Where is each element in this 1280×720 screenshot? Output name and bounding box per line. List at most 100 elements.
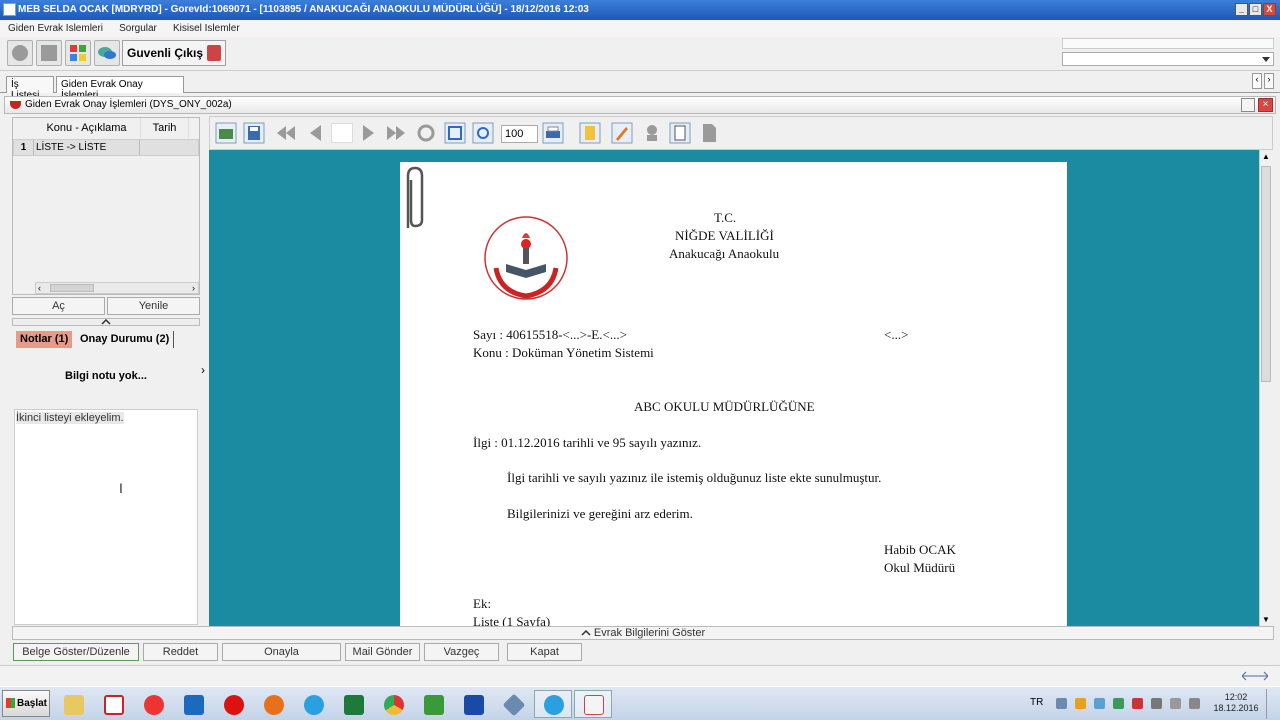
doc-konu: Konu : Doküman Yönetim Sistemi	[473, 345, 654, 360]
ie-app[interactable]	[294, 690, 332, 718]
media-icon	[144, 695, 164, 715]
tray-icon-1[interactable]	[1056, 698, 1067, 709]
java-app[interactable]	[574, 690, 612, 718]
excel-app[interactable]	[334, 690, 372, 718]
shield-icon[interactable]	[1132, 698, 1143, 709]
explorer-app[interactable]	[54, 690, 92, 718]
cancel-button[interactable]: Vazgeç	[424, 643, 499, 661]
square-button[interactable]	[36, 40, 62, 66]
scroll-up-icon[interactable]: ▲	[1262, 152, 1270, 161]
attachment-icon[interactable]	[668, 121, 692, 145]
role-select[interactable]	[1062, 52, 1274, 66]
ie-icon	[544, 695, 564, 715]
panel-header: Giden Evrak Onay İşlemleri (DYS_ONY_002a…	[4, 96, 1276, 114]
close-panel-button[interactable]: Kapat	[507, 643, 582, 661]
volume-icon[interactable]	[1189, 698, 1200, 709]
tray-icon-3[interactable]	[1094, 698, 1105, 709]
scroll-left-icon[interactable]: ‹	[38, 283, 41, 293]
note-icon[interactable]	[578, 121, 602, 145]
word-app[interactable]	[454, 690, 492, 718]
power-icon[interactable]	[1170, 698, 1181, 709]
stop-button[interactable]	[7, 40, 33, 66]
maximize-button[interactable]: □	[1249, 3, 1262, 16]
opera-app[interactable]	[214, 690, 252, 718]
approve-button[interactable]: Onayla	[222, 643, 341, 661]
word-icon	[464, 695, 484, 715]
close-button[interactable]: X	[1263, 3, 1276, 16]
window-title-bar: MEB SELDA OCAK [MDRYRD] - GorevId:106907…	[0, 0, 1280, 20]
last-page-icon[interactable]	[384, 121, 408, 145]
tray-icon-2[interactable]	[1075, 698, 1086, 709]
media-app[interactable]	[134, 690, 172, 718]
secure-logout-button[interactable]: Guvenli Çıkış	[122, 40, 226, 66]
pdf-app[interactable]	[94, 690, 132, 718]
logout-label: Guvenli Çıkış	[127, 46, 204, 60]
collapse-bar[interactable]	[12, 318, 200, 326]
show-edit-document-button[interactable]: Belge Göster/Düzenle	[13, 643, 139, 661]
doc-ilgi: İlgi : 01.12.2016 tarihli ve 95 sayılı y…	[473, 435, 702, 450]
tab-scroll-right-icon[interactable]: ›	[1264, 73, 1274, 89]
prev-page-icon[interactable]	[304, 121, 328, 145]
camtasia-app[interactable]	[414, 690, 452, 718]
show-desktop-button[interactable]	[1266, 689, 1278, 719]
document-icon[interactable]	[697, 121, 721, 145]
scroll-down-icon[interactable]: ▼	[1262, 615, 1270, 624]
refresh-button[interactable]: Yenile	[107, 297, 200, 315]
panel-logo-icon	[10, 101, 21, 109]
next-page-icon[interactable]	[356, 121, 380, 145]
tab-is-listesi[interactable]: İş Listesi	[6, 76, 54, 101]
network-tray-icon[interactable]	[1151, 698, 1162, 709]
outlook-app[interactable]	[174, 690, 212, 718]
menu-kisisel[interactable]: Kisisel Islemler	[165, 20, 245, 34]
system-clock[interactable]: 12:02 18.12.2016	[1212, 692, 1260, 714]
reject-button[interactable]: Reddet	[143, 643, 218, 661]
panel-close-button[interactable]: ×	[1258, 98, 1273, 112]
refresh-icon[interactable]	[414, 121, 438, 145]
grid-horizontal-scrollbar[interactable]: ‹ ›	[35, 282, 199, 294]
evrak-info-toggle[interactable]: Evrak Bilgilerini Göster	[12, 626, 1274, 640]
panel-restore-button[interactable]	[1241, 98, 1255, 112]
tab-notes[interactable]: Notlar (1)	[16, 331, 73, 348]
start-button[interactable]: Başlat	[2, 690, 50, 717]
ie-window-app[interactable]	[534, 690, 572, 718]
col-konu[interactable]: Konu - Açıklama	[33, 118, 141, 138]
open-file-icon[interactable]	[214, 121, 238, 145]
note-textarea[interactable]: İkinci listeyi ekleyelim. I	[14, 409, 198, 625]
tab-scroll-left-icon[interactable]: ‹	[1252, 73, 1262, 89]
viewer-scroll-thumb[interactable]	[1261, 166, 1271, 382]
send-mail-button[interactable]: Mail Gönder	[345, 643, 420, 661]
menu-sorgular[interactable]: Sorgular	[111, 20, 162, 34]
tab-giden-evrak-onay[interactable]: Giden Evrak Onay İşlemleri	[56, 76, 184, 101]
chrome-app[interactable]	[374, 690, 412, 718]
print-icon[interactable]	[541, 121, 565, 145]
fit-width-icon[interactable]	[471, 121, 495, 145]
viewer-vertical-scrollbar[interactable]: ▲ ▼	[1259, 150, 1273, 626]
fit-page-icon[interactable]	[443, 121, 467, 145]
chat-button[interactable]	[94, 40, 120, 66]
menu-giden-evrak[interactable]: Giden Evrak Islemleri	[0, 20, 108, 34]
save-icon[interactable]	[242, 121, 266, 145]
scroll-thumb[interactable]	[50, 284, 94, 292]
apps-button[interactable]	[65, 40, 91, 66]
clock-time: 12:02	[1224, 692, 1248, 702]
scroll-right-icon[interactable]: ›	[192, 283, 195, 293]
tray-icon-4[interactable]	[1113, 698, 1124, 709]
meb-logo-icon	[484, 216, 568, 300]
resize-grip-icon[interactable]	[1242, 671, 1268, 681]
role-selector[interactable]	[1062, 38, 1274, 66]
expand-arrow-icon[interactable]: ›	[201, 363, 205, 377]
firefox-app[interactable]	[254, 690, 292, 718]
page-number-field[interactable]	[331, 123, 353, 143]
first-page-icon[interactable]	[274, 121, 298, 145]
folder-icon	[64, 695, 84, 715]
table-row[interactable]: 1 LİSTE -> LİSTE	[13, 139, 199, 156]
stamp-icon[interactable]	[640, 121, 664, 145]
language-indicator[interactable]: TR	[1030, 697, 1043, 708]
network-app[interactable]	[494, 690, 532, 718]
edit-pen-icon[interactable]	[610, 121, 634, 145]
open-button[interactable]: Aç	[12, 297, 105, 315]
col-tarih[interactable]: Tarih	[141, 118, 189, 138]
zoom-input[interactable]: 100	[501, 125, 538, 143]
minimize-button[interactable]: _	[1235, 3, 1248, 16]
tab-approval-status[interactable]: Onay Durumu (2)	[76, 331, 175, 348]
